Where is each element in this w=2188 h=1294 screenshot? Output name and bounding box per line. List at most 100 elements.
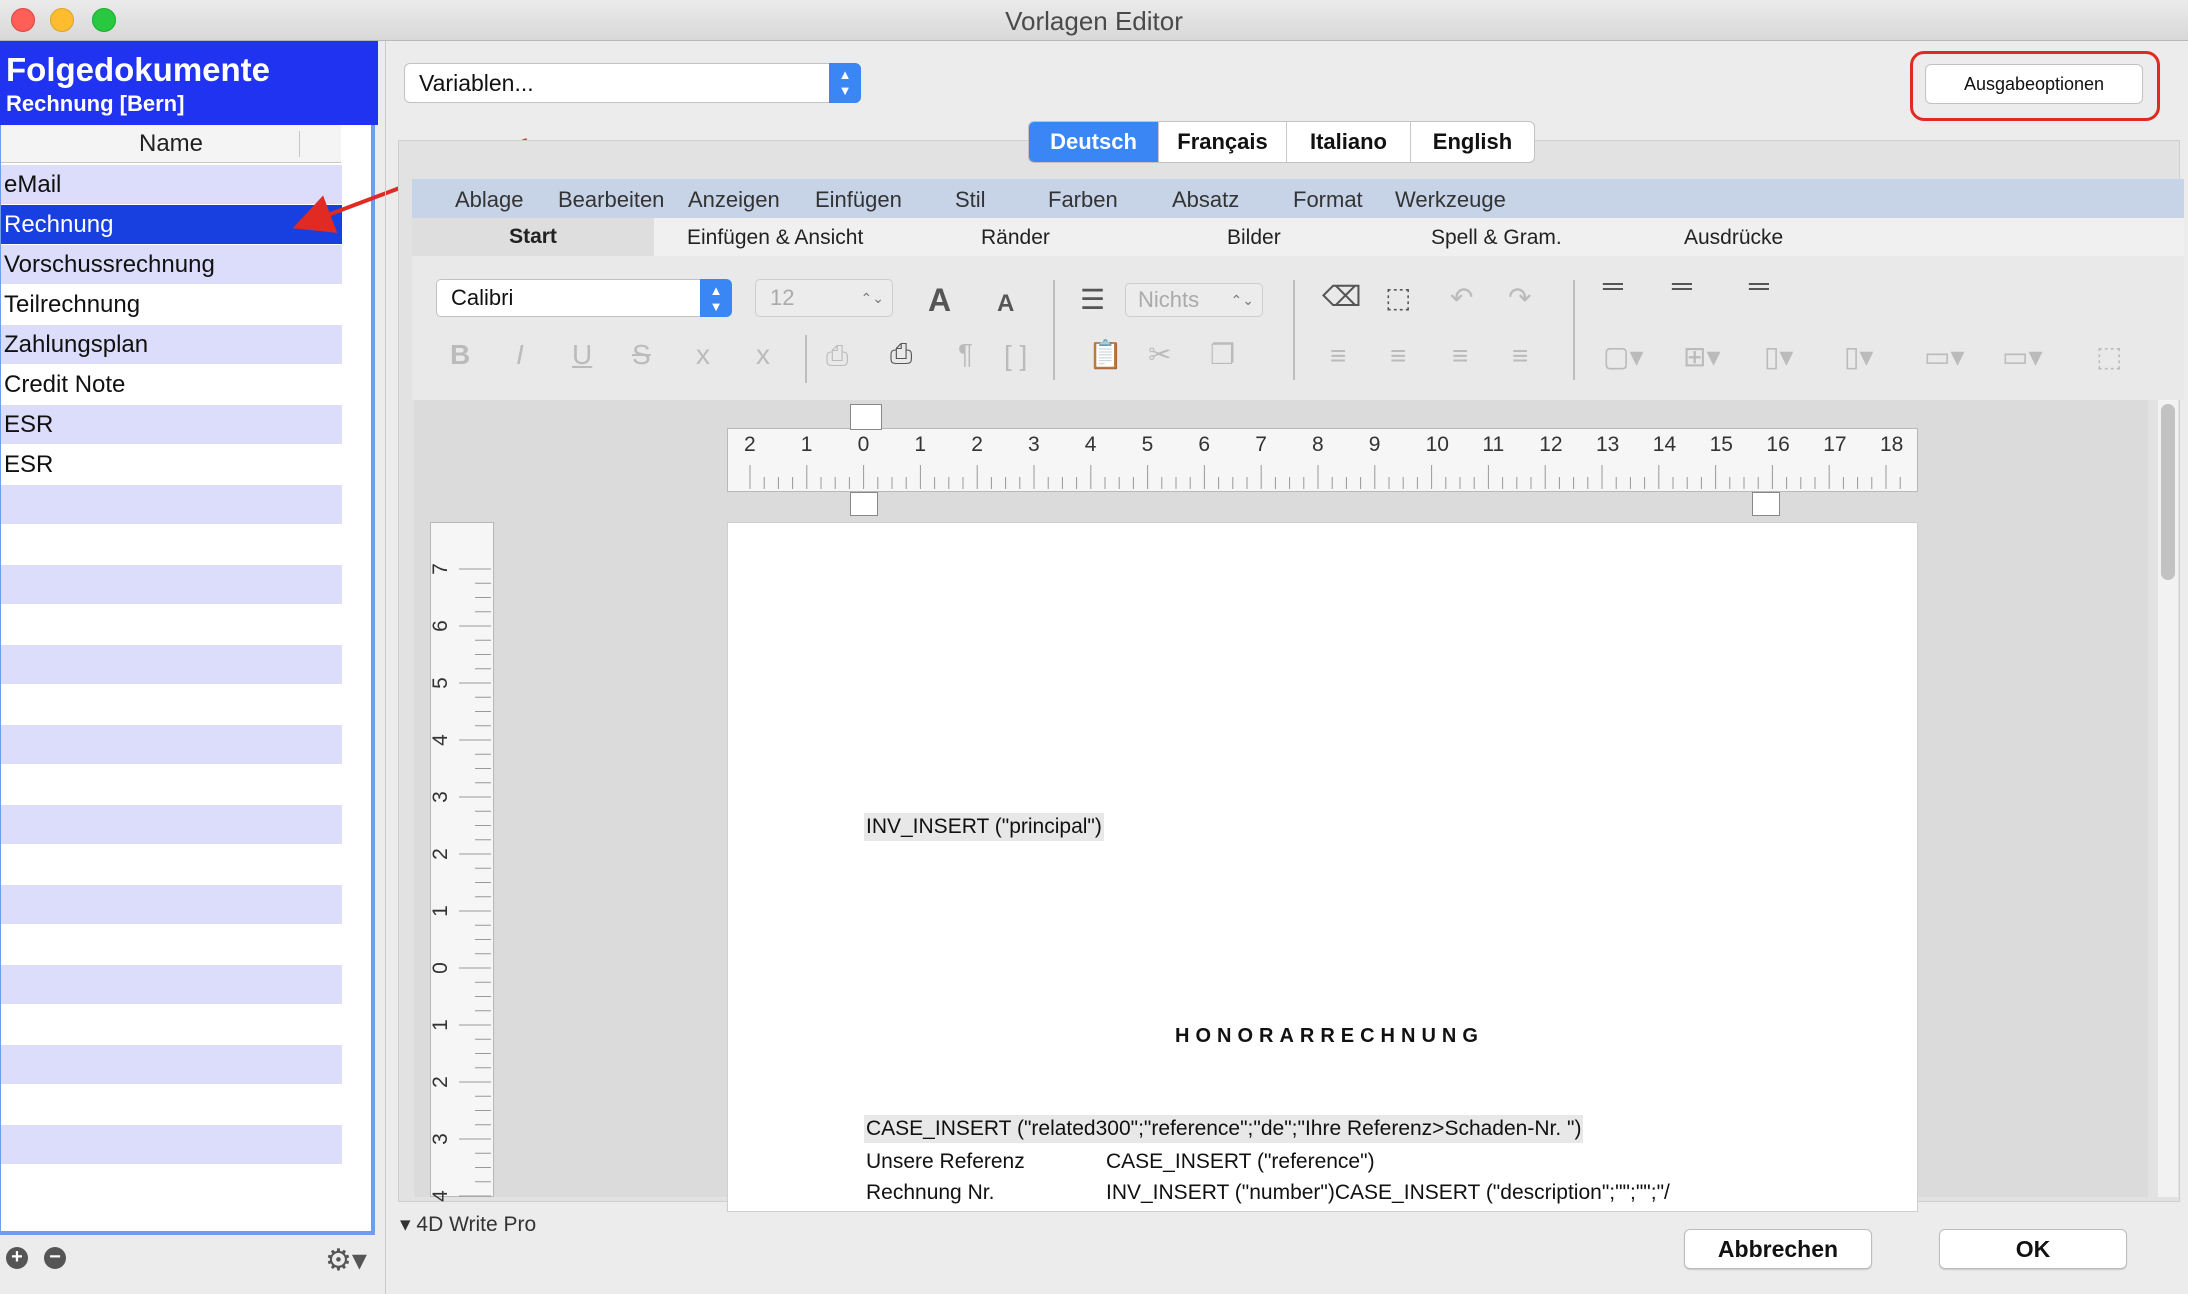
cut-icon[interactable]: ✂ (1148, 338, 1171, 371)
variables-popup[interactable]: Variablen... ▲ ▼ (404, 63, 861, 103)
tab-raender[interactable]: Ränder (981, 226, 1050, 250)
superscript-icon[interactable]: x (756, 339, 770, 371)
print-preview-icon[interactable]: ⎙ (826, 340, 848, 373)
undo-icon[interactable]: ↶ (1450, 281, 1473, 314)
tab-start[interactable]: Start (412, 218, 654, 256)
case-related-field[interactable]: CASE_INSERT ("related300";"reference";"d… (864, 1115, 1584, 1143)
ruler-label: 3 (428, 1133, 452, 1145)
invoice-number-field[interactable]: INV_INSERT ("number")CASE_INSERT ("descr… (1104, 1179, 1672, 1207)
language-tab-deutsch[interactable]: Deutsch (1029, 122, 1159, 162)
left-indent-marker[interactable] (850, 492, 878, 516)
list-item[interactable]: eMail (1, 165, 342, 205)
principal-field[interactable]: INV_INSERT ("principal") (864, 813, 1104, 841)
tab-ausdruecke[interactable]: Ausdrücke (1684, 226, 1783, 250)
strikethrough-icon[interactable]: S (632, 339, 651, 371)
ruler-label: 1 (428, 1019, 452, 1031)
menu-format[interactable]: Format (1293, 187, 1363, 213)
ribbon-toolbar (412, 256, 2184, 400)
minus-circle-icon[interactable]: − (44, 1247, 66, 1269)
menu-ablage[interactable]: Ablage (455, 187, 524, 213)
output-options-button[interactable]: Ausgabeoptionen (1925, 64, 2143, 104)
list-style-select[interactable]: Nichts ⌃⌄ (1125, 283, 1263, 317)
tab-spell-gram[interactable]: Spell & Gram. (1431, 226, 1562, 250)
tab-einfuegen-ansicht[interactable]: Einfügen & Ansicht (687, 226, 863, 250)
menu-einfuegen[interactable]: Einfügen (815, 187, 902, 213)
document-page[interactable]: INV_INSERT ("principal") HONORARRECHNUNG… (727, 522, 1918, 1212)
empty-row (1, 1005, 342, 1045)
border-icon[interactable]: ▢▾ (1603, 340, 1644, 373)
bold-icon[interactable]: B (450, 339, 470, 371)
frame-icon[interactable]: ⬚ (2096, 340, 2122, 373)
column-header-name[interactable]: Name (1, 125, 341, 163)
list-item[interactable]: Zahlungsplan (1, 325, 342, 365)
menu-werkzeuge[interactable]: Werkzeuge (1395, 187, 1506, 213)
popup-arrows-icon: ▲ ▼ (829, 63, 861, 103)
fill-color-icon[interactable]: ▯▾ (1844, 340, 1873, 373)
eraser-icon[interactable]: ⌫ (1322, 280, 1362, 313)
paste-icon[interactable]: 📋 (1088, 338, 1123, 371)
brackets-icon[interactable]: [ ] (1004, 340, 1027, 372)
font-shrink-icon[interactable]: A (997, 290, 1014, 318)
line-spacing-wide-icon[interactable]: ═ (1749, 270, 1769, 302)
pilcrow-icon[interactable]: ¶ (958, 338, 973, 370)
redo-icon[interactable]: ↷ (1508, 281, 1531, 314)
write-pro-disclosure[interactable]: ▾ 4D Write Pro (400, 1212, 536, 1237)
list-item[interactable]: Credit Note (1, 365, 342, 405)
subscript-icon[interactable]: x (696, 339, 710, 371)
document-list[interactable]: Name eMail Rechnung Vorschussrechnung Te… (0, 125, 375, 1235)
list-item-selected[interactable]: Rechnung (1, 205, 342, 245)
menu-bearbeiten[interactable]: Bearbeiten (558, 187, 664, 213)
ruler-label: 13 (1596, 433, 1620, 456)
ruler-label: 7 (1255, 433, 1267, 456)
align-left-icon[interactable]: ≡ (1330, 340, 1346, 372)
underline-icon[interactable]: U (572, 339, 592, 371)
list-item[interactable]: ESR (1, 405, 342, 445)
table-icon[interactable]: ⊞▾ (1683, 340, 1721, 373)
scrollbar-thumb[interactable] (2161, 404, 2175, 580)
line-spacing-double-icon[interactable]: ═ (1672, 270, 1692, 302)
menu-absatz[interactable]: Absatz (1172, 187, 1239, 213)
border-color-icon[interactable]: ▭▾ (1924, 340, 1965, 373)
font-size-select[interactable]: 12 ⌃⌄ (755, 279, 893, 317)
print-icon[interactable]: ⎙ (890, 338, 912, 371)
font-select[interactable]: Calibri ▲ ▼ (436, 279, 732, 317)
first-line-indent-marker[interactable] (850, 404, 882, 430)
ruler-label: 15 (1709, 433, 1733, 456)
align-justify-icon[interactable]: ≡ (1512, 340, 1528, 372)
empty-row (1, 485, 342, 525)
cancel-button[interactable]: Abbrechen (1684, 1229, 1872, 1269)
menu-stil[interactable]: Stil (955, 187, 986, 213)
list-icon[interactable]: ☰ (1080, 283, 1105, 316)
our-reference-field[interactable]: CASE_INSERT ("reference") (1104, 1148, 1377, 1176)
italic-icon[interactable]: I (516, 339, 524, 371)
line-spacing-single-icon[interactable]: ═ (1603, 270, 1623, 302)
menu-farben[interactable]: Farben (1048, 187, 1118, 213)
pane-divider[interactable] (385, 41, 386, 1294)
line-style-icon[interactable]: ▭▾ (2002, 340, 2043, 373)
sidebar: Folgedokumente Rechnung [Bern] Name eMai… (0, 41, 378, 1294)
title-bar: Vorlagen Editor (0, 0, 2188, 41)
right-indent-marker[interactable] (1752, 492, 1780, 516)
copy-icon[interactable]: ❐ (1210, 338, 1235, 371)
empty-row (1, 845, 342, 885)
list-item[interactable]: ESR (1, 445, 342, 485)
gear-icon[interactable]: ⚙▾ (325, 1243, 367, 1278)
list-item[interactable]: Teilrechnung (1, 285, 342, 325)
align-center-icon[interactable]: ≡ (1390, 340, 1406, 372)
font-grow-icon[interactable]: A (928, 282, 951, 319)
menu-anzeigen[interactable]: Anzeigen (688, 187, 780, 213)
ruler-label: 4 (428, 1190, 452, 1202)
ok-button[interactable]: OK (1939, 1229, 2127, 1269)
select-all-icon[interactable]: ⬚ (1385, 281, 1411, 314)
vertical-ruler[interactable]: 7 6 5 4 3 2 1 0 1 2 3 4 (428, 522, 494, 1202)
empty-row (1, 525, 342, 565)
horizontal-ruler[interactable]: 2 1 0 1 2 3 4 5 6 7 8 9 10 11 12 13 14 15 16 17 18 (727, 428, 1918, 492)
plus-circle-icon[interactable]: + (6, 1247, 28, 1269)
language-tab-francais[interactable]: Français (1159, 122, 1287, 162)
language-tab-english[interactable]: English (1411, 122, 1534, 162)
align-right-icon[interactable]: ≡ (1452, 340, 1468, 372)
background-color-icon[interactable]: ▯▾ (1764, 340, 1793, 373)
list-item[interactable]: Vorschussrechnung (1, 245, 342, 285)
language-tab-italiano[interactable]: Italiano (1287, 122, 1411, 162)
tab-bilder[interactable]: Bilder (1227, 226, 1281, 250)
